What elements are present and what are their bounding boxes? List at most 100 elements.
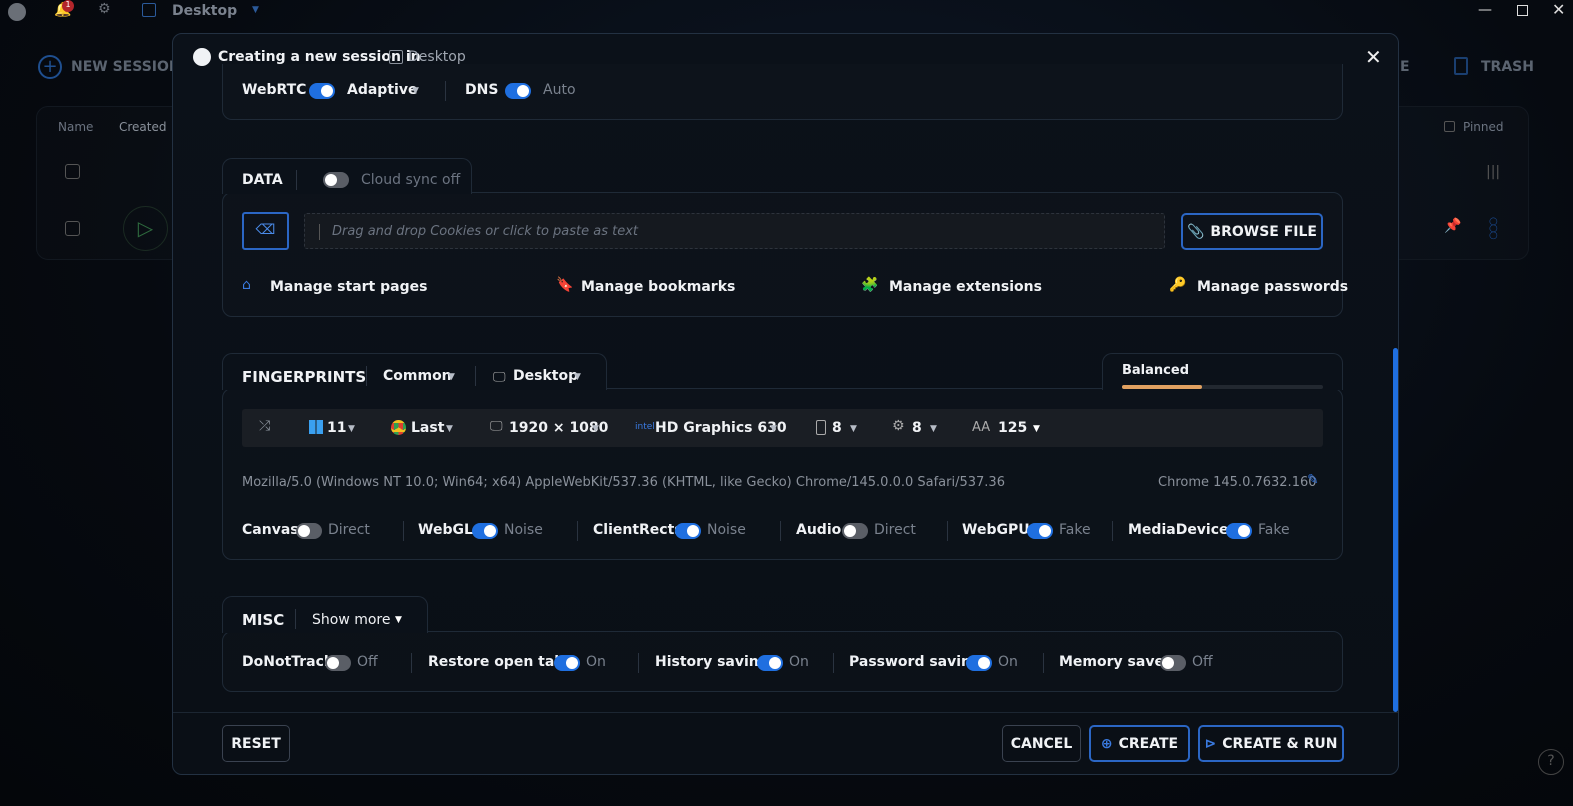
new-session-button[interactable]: NEW SESSION (71, 59, 181, 75)
minimize-icon[interactable]: — (1478, 2, 1492, 18)
os-select[interactable]: 11 (327, 420, 346, 436)
cpu-select[interactable]: 8 (912, 420, 922, 436)
memory-icon (816, 420, 826, 435)
play-circle-icon: ⊳ (1204, 735, 1217, 752)
reset-button[interactable]: RESET (222, 725, 290, 762)
memory-select[interactable]: 8 (832, 420, 842, 436)
dns-value: Auto (543, 82, 576, 98)
home-icon: ⌂ (242, 277, 251, 293)
title-bar: 🔔 1 ⚙ Desktop ▼ — ✕ (0, 0, 1573, 24)
toggle-label: Memory saver (1059, 654, 1171, 670)
setting-toggle[interactable] (325, 655, 351, 671)
trash-button[interactable]: TRASH (1481, 59, 1534, 75)
setting-toggle[interactable] (554, 655, 580, 671)
manage-bookmarks-link[interactable]: Manage bookmarks (581, 279, 735, 295)
cloud-sync-toggle[interactable] (323, 172, 349, 188)
row-checkbox[interactable] (65, 221, 80, 236)
column-created[interactable]: Created (119, 120, 167, 134)
setting-toggle[interactable] (1027, 523, 1053, 539)
toggle-value: On (998, 654, 1018, 670)
chevron-down-icon: ▼ (446, 424, 453, 434)
divider (577, 521, 578, 541)
font-icon: AA (972, 420, 991, 435)
misc-title: MISC (242, 611, 285, 629)
plus-circle-icon: ⊕ (1100, 735, 1113, 752)
dialog-workspace: Desktop (408, 49, 466, 65)
setting-toggle[interactable] (842, 523, 868, 539)
column-name[interactable]: Name (58, 120, 93, 134)
maximize-icon[interactable] (1517, 5, 1528, 16)
divider (833, 653, 834, 673)
fonts-select[interactable]: 125 (998, 420, 1027, 436)
manage-extensions-link[interactable]: Manage extensions (889, 279, 1042, 295)
profile-level-bar[interactable] (1122, 385, 1323, 389)
data-section (222, 192, 1343, 317)
manage-passwords-link[interactable]: Manage passwords (1197, 279, 1348, 295)
notification-badge: 1 (62, 0, 74, 12)
close-dialog-icon[interactable]: ✕ (1365, 45, 1382, 69)
show-more-button[interactable]: Show more (312, 612, 391, 628)
cookies-placeholder: Drag and drop Cookies or click to paste … (332, 224, 639, 239)
toggle-label: Restore open tabs (428, 654, 573, 670)
preset-select[interactable]: Common (383, 368, 452, 384)
setting-toggle[interactable] (757, 655, 783, 671)
shuffle-icon[interactable]: ⤮ (259, 418, 270, 434)
hidden-button-label: E (1400, 59, 1410, 75)
close-window-icon[interactable]: ✕ (1552, 0, 1565, 19)
data-title: DATA (242, 172, 283, 188)
setting-toggle[interactable] (1160, 655, 1186, 671)
manage-start-pages-link[interactable]: Manage start pages (270, 279, 427, 295)
create-and-run-button[interactable]: ⊳ CREATE & RUN (1198, 725, 1344, 762)
setting-toggle[interactable] (966, 655, 992, 671)
webrtc-mode-select[interactable]: Adaptive (347, 82, 417, 98)
setting-toggle[interactable] (472, 523, 498, 539)
user-agent[interactable]: Mozilla/5.0 (Windows NT 10.0; Win64; x64… (242, 475, 1005, 490)
divider (411, 653, 412, 673)
setting-toggle[interactable] (296, 523, 322, 539)
workspace-icon (389, 50, 403, 64)
scrollbar-thumb[interactable] (1393, 348, 1398, 712)
browser-select[interactable]: Last (411, 420, 444, 436)
cookies-input[interactable]: Drag and drop Cookies or click to paste … (304, 213, 1165, 249)
gpu-select[interactable]: HD Graphics 630 (655, 420, 787, 436)
puzzle-icon: 🧩 (861, 277, 879, 293)
eraser-button[interactable]: ⌫ (242, 212, 289, 250)
cancel-button[interactable]: CANCEL (1002, 725, 1081, 762)
more-options-icon[interactable]: ○ ○ ○ (1489, 217, 1498, 241)
toggle-value: Off (1192, 654, 1213, 670)
device-select[interactable]: Desktop (513, 368, 578, 384)
toggle-label: MediaDevices (1128, 522, 1237, 538)
chevron-down-icon: ▼ (395, 615, 402, 625)
profile-level-label: Balanced (1122, 363, 1189, 378)
eraser-icon: ⌫ (255, 222, 276, 238)
cloud-sync-status: Cloud sync off (361, 172, 461, 188)
pencil-icon[interactable]: ✎ (1307, 472, 1319, 488)
select-all-checkbox[interactable] (65, 164, 80, 179)
gear-icon[interactable]: ⚙ (98, 1, 111, 17)
bookmark-icon: 🔖 (556, 277, 574, 293)
divider (638, 653, 639, 673)
chrome-version: Chrome 145.0.7632.160 (1158, 475, 1317, 490)
divider (296, 170, 297, 190)
browse-file-label: BROWSE FILE (1210, 223, 1317, 240)
toggle-value: Off (357, 654, 378, 670)
divider (780, 521, 781, 541)
setting-toggle[interactable] (675, 523, 701, 539)
browse-file-button[interactable]: 📎 BROWSE FILE (1181, 213, 1323, 250)
play-icon[interactable]: ▷ (123, 206, 168, 251)
help-icon[interactable]: ? (1538, 749, 1564, 775)
create-button[interactable]: ⊕ CREATE (1089, 725, 1190, 762)
pinned-checkbox[interactable] (1444, 121, 1455, 132)
webrtc-toggle[interactable] (309, 83, 335, 99)
workspace-name[interactable]: Desktop (172, 3, 237, 19)
dns-toggle[interactable] (505, 83, 531, 99)
setting-toggle[interactable] (1226, 523, 1252, 539)
dns-label: DNS (465, 82, 499, 98)
chevron-down-icon: ▼ (1033, 424, 1040, 434)
pin-icon[interactable]: 📌 (1444, 218, 1461, 234)
divider (295, 609, 296, 629)
chevron-down-icon: ▼ (770, 424, 777, 434)
divider (1112, 521, 1113, 541)
column-resize-icon[interactable]: ||| (1486, 164, 1500, 180)
workspace-caret-icon[interactable]: ▼ (252, 5, 259, 15)
